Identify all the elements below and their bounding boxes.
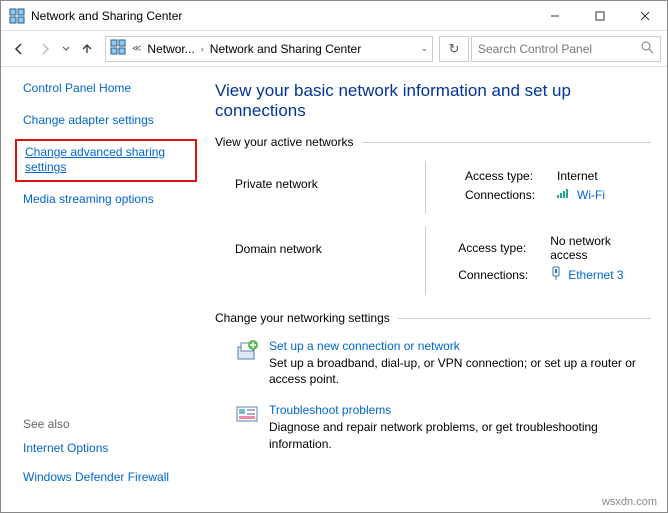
search-box[interactable]: Search Control Panel	[471, 36, 661, 62]
connection-link[interactable]: Ethernet 3	[568, 268, 623, 282]
forward-button[interactable]	[33, 37, 57, 61]
control-panel-home-link[interactable]: Control Panel Home	[23, 81, 189, 95]
window-title: Network and Sharing Center	[31, 9, 532, 23]
access-type-value: No network access	[550, 234, 645, 262]
refresh-button[interactable]: ↻	[439, 36, 469, 62]
media-streaming-options-link[interactable]: Media streaming options	[23, 192, 189, 208]
chevron-icon[interactable]: ≪	[132, 43, 141, 54]
connections-label: Connections:	[465, 188, 551, 202]
connection-link[interactable]: Wi-Fi	[577, 188, 605, 202]
recent-locations-button[interactable]	[59, 37, 73, 61]
minimize-button[interactable]	[532, 1, 577, 30]
ethernet-icon	[550, 266, 562, 283]
troubleshoot-desc: Diagnose and repair network problems, or…	[269, 419, 647, 451]
nav-bar: ≪ Networ... › Network and Sharing Center…	[1, 31, 667, 67]
access-type-label: Access type:	[465, 169, 551, 183]
setup-connection-desc: Set up a broadband, dial-up, or VPN conn…	[269, 355, 647, 387]
maximize-button[interactable]	[577, 1, 622, 30]
wifi-icon	[557, 187, 571, 202]
access-type-value: Internet	[557, 169, 598, 183]
main-content: View your basic network information and …	[201, 67, 667, 512]
network-entry: Domain network Access type: No network a…	[215, 220, 651, 301]
setup-connection-link[interactable]: Set up a new connection or network	[269, 339, 647, 353]
title-bar: Network and Sharing Center	[1, 1, 667, 31]
active-networks-label: View your active networks	[215, 135, 354, 149]
back-button[interactable]	[7, 37, 31, 61]
address-bar[interactable]: ≪ Networ... › Network and Sharing Center…	[105, 36, 433, 62]
location-icon	[110, 39, 126, 58]
settings-item: Troubleshoot problems Diagnose and repai…	[215, 395, 651, 459]
network-name: Private network	[235, 169, 435, 191]
up-button[interactable]	[75, 37, 99, 61]
search-icon	[641, 41, 654, 57]
sidebar: Control Panel Home Change adapter settin…	[1, 67, 201, 512]
change-advanced-sharing-settings-link[interactable]: Change advanced sharing settings	[15, 139, 197, 182]
breadcrumb-item[interactable]: Networ...	[147, 42, 194, 56]
change-adapter-settings-link[interactable]: Change adapter settings	[23, 113, 189, 129]
breadcrumb-item[interactable]: Network and Sharing Center	[210, 42, 361, 56]
watermark: wsxdn.com	[602, 496, 657, 508]
see-also-label: See also	[23, 417, 189, 431]
search-placeholder: Search Control Panel	[478, 42, 637, 56]
address-dropdown-icon[interactable]: ⌄	[420, 43, 428, 54]
new-connection-icon	[235, 339, 259, 363]
network-entry: Private network Access type: Internet Co…	[215, 155, 651, 220]
settings-item: Set up a new connection or network Set u…	[215, 331, 651, 395]
connections-label: Connections:	[458, 268, 544, 282]
access-type-label: Access type:	[458, 241, 544, 255]
change-settings-label: Change your networking settings	[215, 311, 390, 325]
app-icon	[9, 8, 25, 24]
page-heading: View your basic network information and …	[215, 81, 651, 121]
close-button[interactable]	[622, 1, 667, 30]
troubleshoot-icon	[235, 403, 259, 427]
divider	[425, 226, 426, 295]
divider	[425, 161, 426, 214]
divider	[398, 318, 651, 319]
chevron-right-icon[interactable]: ›	[201, 44, 204, 54]
windows-defender-firewall-link[interactable]: Windows Defender Firewall	[23, 470, 189, 486]
internet-options-link[interactable]: Internet Options	[23, 441, 189, 457]
troubleshoot-link[interactable]: Troubleshoot problems	[269, 403, 647, 417]
network-name: Domain network	[235, 234, 428, 256]
divider	[362, 142, 651, 143]
